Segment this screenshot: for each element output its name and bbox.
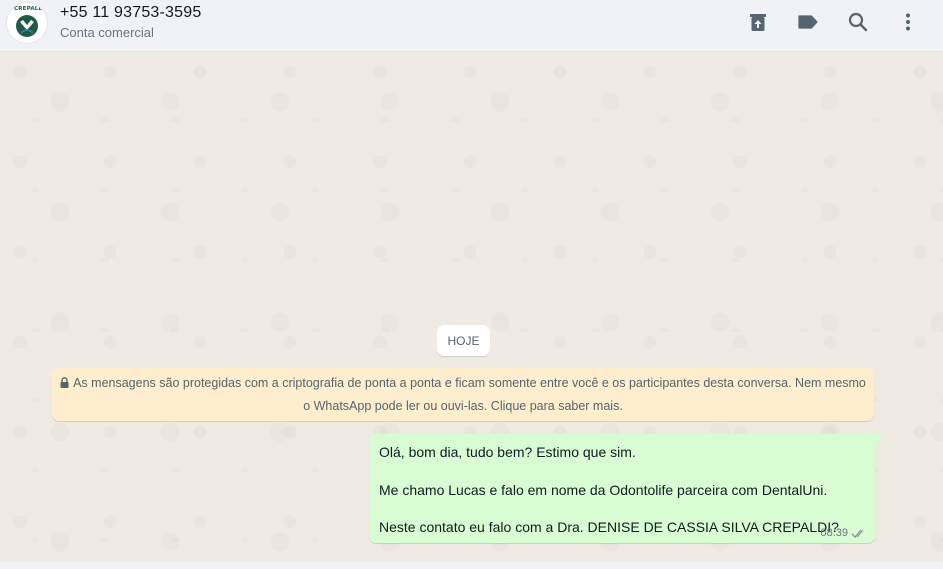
double-check-icon	[851, 529, 864, 538]
outgoing-message[interactable]: Olá, bom dia, tudo bem? Estimo que sim. …	[369, 434, 875, 543]
archive-button[interactable]	[745, 9, 771, 35]
encryption-text-line2: o WhatsApp pode ler ou ouvi-las. Clique …	[303, 399, 623, 413]
label-button[interactable]	[795, 9, 821, 35]
message-time: 08:39	[820, 527, 848, 539]
archive-icon	[750, 14, 766, 31]
message-line: Olá, bom dia, tudo bem? Estimo que sim.	[379, 444, 636, 460]
message-meta: 08:39	[820, 527, 867, 539]
message-line: Neste contato eu falo com a Dra. DENISE …	[379, 519, 839, 535]
bubble-tail	[875, 434, 883, 446]
date-divider: HOJE	[437, 325, 490, 356]
search-button[interactable]	[845, 9, 871, 35]
avatar-label: CREPALDI	[14, 6, 46, 12]
label-icon	[798, 15, 818, 29]
search-icon	[848, 12, 868, 32]
encryption-text-line1: As mensagens são protegidas com a cripto…	[73, 376, 866, 390]
lock-icon	[60, 373, 69, 395]
composer-edge	[0, 562, 943, 569]
encryption-notice[interactable]: As mensagens são protegidas com a cripto…	[52, 368, 874, 421]
contact-subtitle: Conta comercial	[60, 25, 154, 40]
message-line: Me chamo Lucas e falo em nome da Odontol…	[379, 482, 828, 498]
chat-header: CREPALDI +55 11 93753-3595 Conta comerci…	[0, 0, 943, 52]
contact-name[interactable]: +55 11 93753-3595	[60, 4, 201, 22]
contact-avatar[interactable]: CREPALDI	[6, 2, 48, 44]
menu-button[interactable]	[895, 9, 921, 35]
menu-icon	[906, 13, 910, 31]
